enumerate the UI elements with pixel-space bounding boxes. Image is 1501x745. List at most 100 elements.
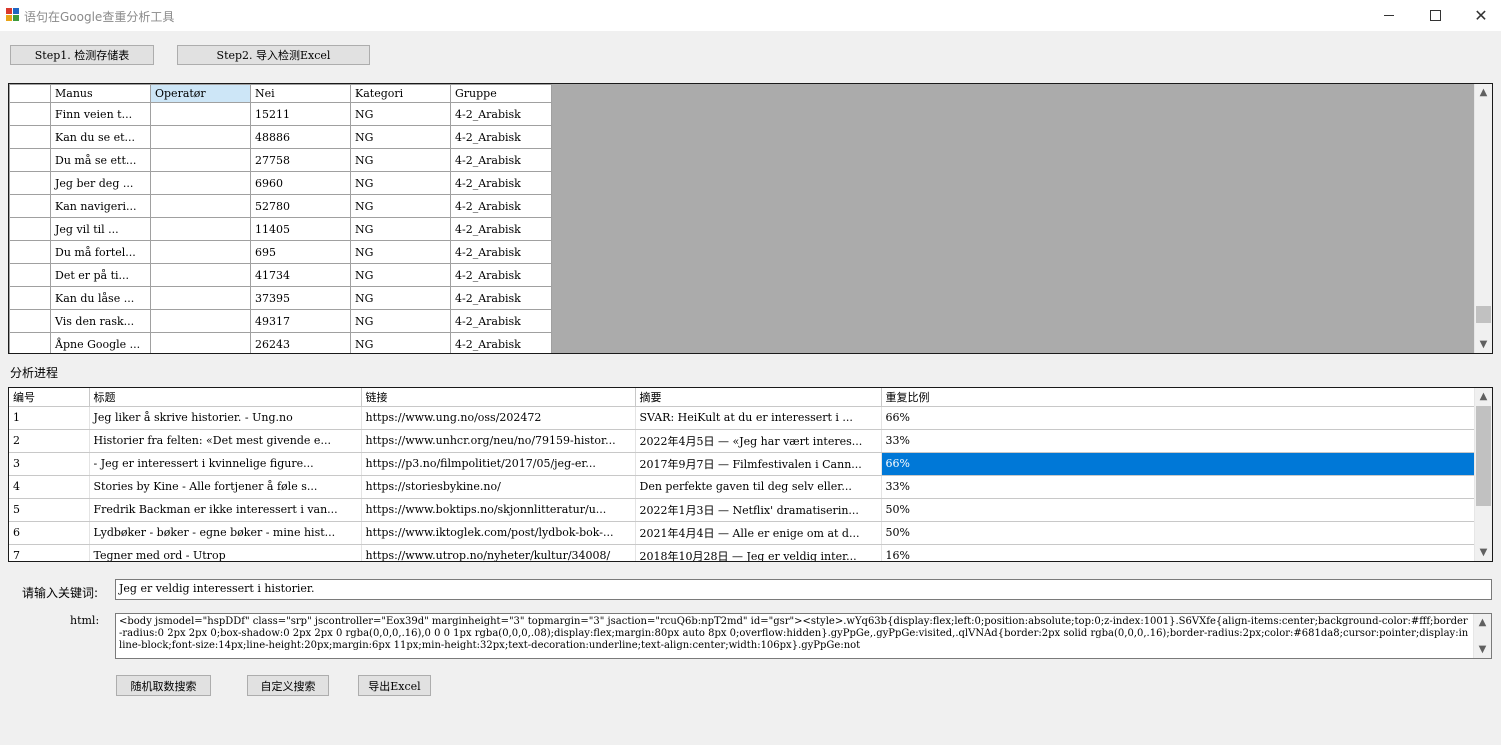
cell-manus[interactable]: Det er på ti... — [50, 263, 151, 287]
table-row[interactable]: Jeg vil til ... 11405 NG 4-2_Arabisk — [9, 217, 552, 241]
cell-manus[interactable]: Kan du låse ... — [50, 286, 151, 310]
cell-ratio[interactable]: 33% — [881, 429, 1475, 453]
cell-manus[interactable]: Åpne Google ... — [50, 332, 151, 353]
cell-operator[interactable] — [150, 309, 251, 333]
column-header-operator[interactable]: Operatør — [150, 84, 251, 103]
cell-link[interactable]: https://www.unhcr.org/neu/no/79159-histo… — [361, 429, 636, 453]
table-row[interactable]: Kan du låse ... 37395 NG 4-2_Arabisk — [9, 286, 552, 310]
scroll-up-icon[interactable]: ▲ — [1474, 614, 1491, 631]
cell-operator[interactable] — [150, 194, 251, 218]
export-excel-button[interactable]: 导出Excel — [358, 675, 431, 696]
cell-title[interactable]: Lydbøker - bøker - egne bøker - mine his… — [89, 521, 362, 545]
cell-kategori[interactable]: NG — [350, 332, 451, 353]
row-header-corner[interactable] — [9, 84, 51, 103]
table-row[interactable]: 2 Historier fra felten: «Det mest givende… — [9, 429, 1475, 453]
step1-check-storage-button[interactable]: Step1. 检测存储表 — [10, 45, 154, 65]
cell-id[interactable]: 7 — [9, 544, 90, 561]
cell-nei[interactable]: 15211 — [250, 102, 351, 126]
cell-ratio[interactable]: 50% — [881, 498, 1475, 522]
table-row[interactable]: Finn veien t... 15211 NG 4-2_Arabisk — [9, 102, 552, 126]
cell-gruppe[interactable]: 4-2_Arabisk — [450, 286, 552, 310]
scroll-thumb[interactable] — [1476, 406, 1491, 506]
analysis-table-scrollbar[interactable]: ▲ ▼ — [1474, 388, 1492, 561]
cell-kategori[interactable]: NG — [350, 240, 451, 264]
cell-ratio[interactable]: 16% — [881, 544, 1475, 561]
table-row[interactable]: Du må se ett... 27758 NG 4-2_Arabisk — [9, 148, 552, 172]
table-row[interactable]: Åpne Google ... 26243 NG 4-2_Arabisk — [9, 332, 552, 353]
column-header-ratio[interactable]: 重复比例 — [881, 388, 1475, 407]
cell-gruppe[interactable]: 4-2_Arabisk — [450, 171, 552, 195]
keyword-input[interactable]: Jeg er veldig interessert i historier. — [115, 579, 1492, 600]
analysis-table[interactable]: 编号 标题 链接 摘要 重复比例 1 Jeg liker å skrive his… — [8, 387, 1493, 562]
cell-manus[interactable]: Vis den rask... — [50, 309, 151, 333]
cell-summary[interactable]: 2022年1月3日 — Netflix' dramatiserin... — [635, 498, 882, 522]
cell-summary[interactable]: Den perfekte gaven til deg selv eller... — [635, 475, 882, 499]
column-header-id[interactable]: 编号 — [9, 388, 90, 407]
cell-operator[interactable] — [150, 125, 251, 149]
scroll-down-icon[interactable]: ▼ — [1475, 336, 1492, 353]
table-row[interactable]: Du må fortel... 695 NG 4-2_Arabisk — [9, 240, 552, 264]
cell-kategori[interactable]: NG — [350, 148, 451, 172]
cell-ratio[interactable]: 33% — [881, 475, 1475, 499]
cell-manus[interactable]: Jeg vil til ... — [50, 217, 151, 241]
row-header[interactable] — [9, 217, 51, 241]
column-header-manus[interactable]: Manus — [50, 84, 151, 103]
cell-operator[interactable] — [150, 148, 251, 172]
cell-gruppe[interactable]: 4-2_Arabisk — [450, 148, 552, 172]
column-header-title[interactable]: 标题 — [89, 388, 362, 407]
cell-link[interactable]: https://www.boktips.no/skjonnlitteratur/… — [361, 498, 636, 522]
cell-gruppe[interactable]: 4-2_Arabisk — [450, 263, 552, 287]
cell-title[interactable]: Fredrik Backman er ikke interessert i va… — [89, 498, 362, 522]
cell-nei[interactable]: 48886 — [250, 125, 351, 149]
maximize-button[interactable] — [1412, 0, 1458, 31]
scroll-thumb[interactable] — [1476, 306, 1491, 323]
row-header[interactable] — [9, 309, 51, 333]
cell-operator[interactable] — [150, 102, 251, 126]
cell-title[interactable]: - Jeg er interessert i kvinnelige figure… — [89, 452, 362, 476]
cell-gruppe[interactable]: 4-2_Arabisk — [450, 102, 552, 126]
cell-title[interactable]: Jeg liker å skrive historier. - Ung.no — [89, 406, 362, 430]
column-header-nei[interactable]: Nei — [250, 84, 351, 103]
cell-kategori[interactable]: NG — [350, 194, 451, 218]
cell-nei[interactable]: 49317 — [250, 309, 351, 333]
cell-id[interactable]: 1 — [9, 406, 90, 430]
table-row[interactable]: Kan navigeri... 52780 NG 4-2_Arabisk — [9, 194, 552, 218]
cell-link[interactable]: https://www.ung.no/oss/202472 — [361, 406, 636, 430]
cell-kategori[interactable]: NG — [350, 125, 451, 149]
column-header-link[interactable]: 链接 — [361, 388, 636, 407]
scroll-up-icon[interactable]: ▲ — [1475, 84, 1492, 101]
cell-manus[interactable]: Du må fortel... — [50, 240, 151, 264]
step2-import-excel-button[interactable]: Step2. 导入检测Excel — [177, 45, 370, 65]
cell-nei[interactable]: 6960 — [250, 171, 351, 195]
cell-nei[interactable]: 37395 — [250, 286, 351, 310]
cell-gruppe[interactable]: 4-2_Arabisk — [450, 309, 552, 333]
cell-summary[interactable]: 2022年4月5日 — «Jeg har vært interes... — [635, 429, 882, 453]
cell-nei[interactable]: 26243 — [250, 332, 351, 353]
cell-title[interactable]: Stories by Kine - Alle fortjener å føle … — [89, 475, 362, 499]
row-header[interactable] — [9, 332, 51, 353]
cell-nei[interactable]: 27758 — [250, 148, 351, 172]
row-header[interactable] — [9, 148, 51, 172]
random-search-button[interactable]: 随机取数搜索 — [116, 675, 211, 696]
cell-kategori[interactable]: NG — [350, 102, 451, 126]
column-header-gruppe[interactable]: Gruppe — [450, 84, 552, 103]
cell-manus[interactable]: Jeg ber deg ... — [50, 171, 151, 195]
cell-operator[interactable] — [150, 240, 251, 264]
cell-id[interactable]: 2 — [9, 429, 90, 453]
html-textarea[interactable]: <body jsmodel="hspDDf" class="srp" jscon… — [115, 613, 1492, 659]
cell-kategori[interactable]: NG — [350, 171, 451, 195]
cell-link[interactable]: https://storiesbykine.no/ — [361, 475, 636, 499]
table-row[interactable]: 1 Jeg liker å skrive historier. - Ung.no h… — [9, 406, 1475, 430]
cell-id[interactable]: 4 — [9, 475, 90, 499]
cell-manus[interactable]: Du må se ett... — [50, 148, 151, 172]
scroll-up-icon[interactable]: ▲ — [1475, 388, 1492, 405]
storage-table[interactable]: Manus Operatør Nei Kategori Gruppe Finn … — [8, 83, 1493, 354]
row-header[interactable] — [9, 286, 51, 310]
cell-gruppe[interactable]: 4-2_Arabisk — [450, 194, 552, 218]
cell-gruppe[interactable]: 4-2_Arabisk — [450, 125, 552, 149]
cell-summary[interactable]: 2017年9月7日 — Filmfestivalen i Cann... — [635, 452, 882, 476]
row-header[interactable] — [9, 240, 51, 264]
cell-id[interactable]: 6 — [9, 521, 90, 545]
cell-operator[interactable] — [150, 332, 251, 353]
column-header-kategori[interactable]: Kategori — [350, 84, 451, 103]
